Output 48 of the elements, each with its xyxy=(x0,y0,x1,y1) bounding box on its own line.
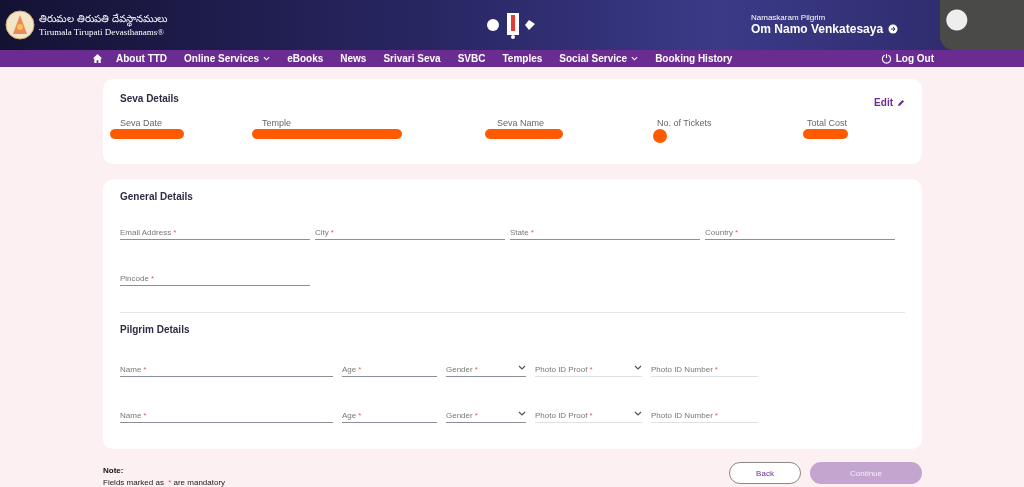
back-button[interactable]: Back xyxy=(729,462,801,484)
input-field[interactable]: Name * xyxy=(120,358,333,377)
section-title: Seva Details xyxy=(120,93,179,107)
field-label: Seva Name xyxy=(497,118,546,129)
chevron-down-icon xyxy=(263,55,271,61)
home-icon[interactable] xyxy=(92,52,103,64)
user-name: Om Namo Venkatesaya xyxy=(751,22,884,37)
input-field[interactable]: Email Address * xyxy=(120,221,310,240)
brand-name-telugu: తిరుమల తిరుపతి దేవస్థానములు xyxy=(39,12,168,27)
logout-link[interactable]: Log Out xyxy=(880,52,934,64)
nav-link[interactable]: Temples xyxy=(502,52,543,64)
pencil-icon xyxy=(897,98,905,107)
note-title: Note: xyxy=(103,466,125,475)
switch-icon[interactable] xyxy=(888,24,899,35)
field-label: No. of Tickets xyxy=(657,118,713,129)
input-field[interactable]: City * xyxy=(315,221,505,240)
field-label: Total Cost xyxy=(807,118,849,129)
field-label: Temple xyxy=(262,118,292,129)
input-field[interactable]: Pincode * xyxy=(120,267,310,286)
input-field[interactable]: Age * xyxy=(342,404,437,423)
chevron-down-icon xyxy=(518,410,526,416)
greeting-text: Namaskaram Pilgrim xyxy=(751,13,827,23)
chevron-down-icon xyxy=(518,364,526,370)
nav-link[interactable]: Online Services xyxy=(184,52,271,64)
nav-link[interactable]: Social Service xyxy=(559,52,639,64)
note-text: Fields marked as * are mandatory xyxy=(103,478,226,487)
edit-link[interactable]: Edit xyxy=(874,97,905,109)
section-title: General Details xyxy=(120,190,194,202)
chevron-down-icon xyxy=(634,364,642,370)
brand-name: Tirumala Tirupati Devasthanams® xyxy=(39,26,164,37)
dropdown-field[interactable]: Gender * xyxy=(446,404,526,423)
input-field[interactable]: Age * xyxy=(342,358,437,377)
temple-logo-icon[interactable] xyxy=(5,9,35,40)
chevron-down-icon xyxy=(631,55,639,61)
input-field[interactable]: Name * xyxy=(120,404,333,423)
nav-link[interactable]: eBooks xyxy=(287,52,324,64)
dropdown-field[interactable]: Gender * xyxy=(446,358,526,377)
chevron-down-icon xyxy=(634,410,642,416)
nav-link[interactable]: About TTD xyxy=(116,52,168,64)
nav-link[interactable]: Booking History xyxy=(655,52,733,64)
field-label: Seva Date xyxy=(120,118,164,129)
nav-link[interactable]: Srivari Seva xyxy=(383,52,441,64)
nav-link[interactable]: News xyxy=(340,52,367,64)
input-field[interactable]: State * xyxy=(510,221,700,240)
power-icon xyxy=(880,52,892,64)
input-field[interactable]: Country * xyxy=(705,221,895,240)
nav-link[interactable]: SVBC xyxy=(457,52,486,64)
section-title: Pilgrim Details xyxy=(120,323,191,335)
